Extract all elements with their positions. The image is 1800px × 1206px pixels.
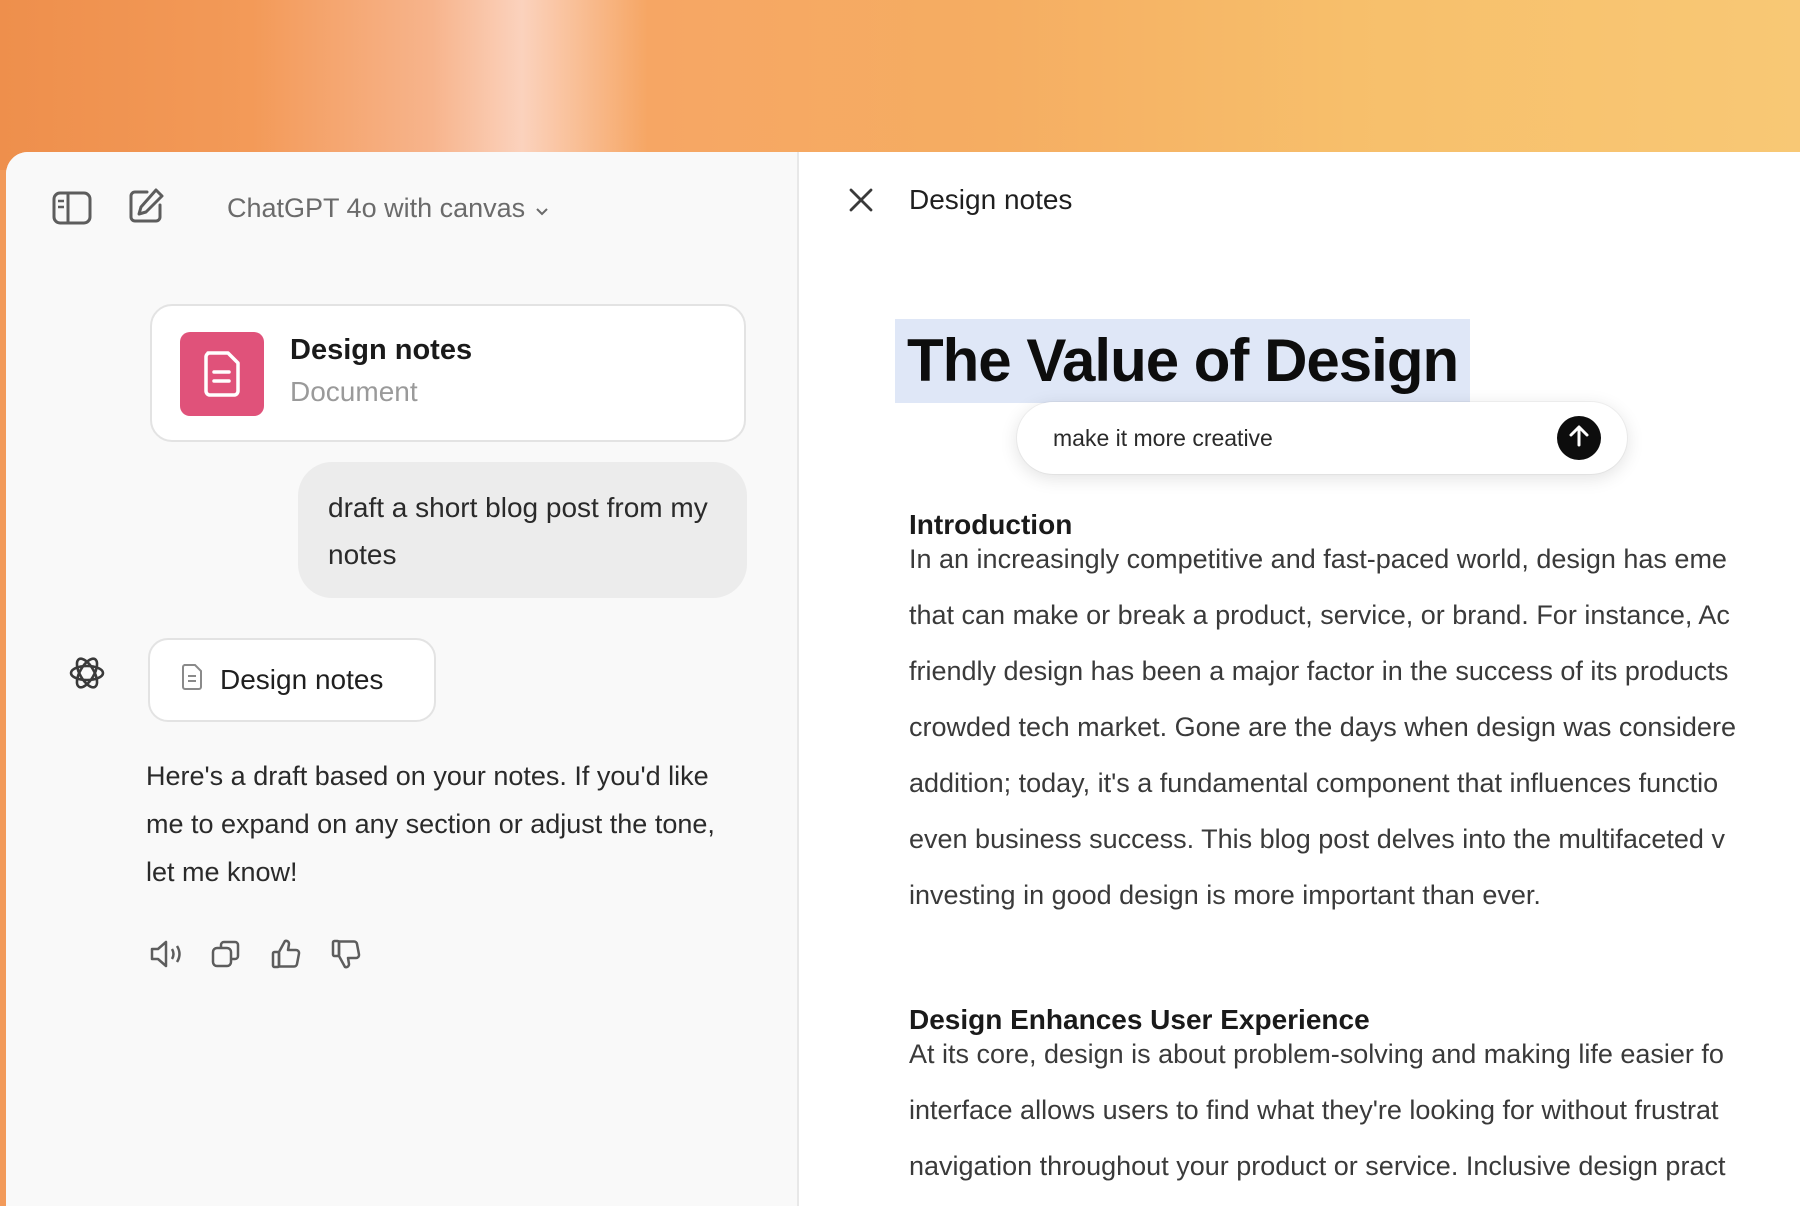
model-label: ChatGPT 4o with canvas bbox=[227, 192, 526, 223]
paragraph-line: interface allows users to find what they… bbox=[909, 1095, 1719, 1125]
model-selector[interactable]: ChatGPT 4o with canvas bbox=[227, 188, 549, 228]
paragraph-line: that can make or break a product, servic… bbox=[909, 600, 1730, 630]
message-actions bbox=[146, 934, 366, 974]
copy-icon[interactable] bbox=[206, 934, 246, 974]
assistant-message: Here's a draft based on your notes. If y… bbox=[146, 761, 715, 887]
paragraph-line: investing in good design is more importa… bbox=[909, 880, 1541, 910]
thumbs-up-icon[interactable] bbox=[266, 934, 306, 974]
edit-prompt-input[interactable]: make it more creative bbox=[1053, 402, 1273, 474]
user-experience-paragraph[interactable]: At its core, design is about problem-sol… bbox=[909, 1026, 1800, 1194]
paragraph-line: addition; today, it's a fundamental comp… bbox=[909, 768, 1719, 798]
chat-panel: ChatGPT 4o with canvas Design notes Docu… bbox=[6, 152, 799, 1206]
chevron-down-icon bbox=[535, 193, 549, 224]
user-message: draft a short blog post from my notes bbox=[298, 462, 747, 598]
paragraph-line: crowded tech market. Gone are the days w… bbox=[909, 712, 1736, 742]
document-chip[interactable]: Design notes bbox=[148, 638, 436, 722]
document-card-subtitle: Document bbox=[290, 376, 418, 407]
paragraph-line: In an increasingly competitive and fast-… bbox=[909, 544, 1727, 574]
speaker-icon[interactable] bbox=[146, 934, 186, 974]
thumbs-down-icon[interactable] bbox=[326, 934, 366, 974]
inline-edit-prompt: make it more creative bbox=[1017, 402, 1627, 474]
document-chip-label: Design notes bbox=[220, 664, 384, 695]
document-heading[interactable]: The Value of Design bbox=[895, 319, 1471, 403]
introduction-paragraph[interactable]: In an increasingly competitive and fast-… bbox=[909, 531, 1800, 923]
document-icon bbox=[180, 663, 204, 698]
paragraph-line: friendly design has been a major factor … bbox=[909, 656, 1729, 686]
close-icon[interactable] bbox=[839, 178, 883, 222]
canvas-title: Design notes bbox=[909, 184, 1073, 215]
send-button[interactable] bbox=[1557, 416, 1601, 460]
openai-logo-icon bbox=[62, 648, 112, 698]
paragraph-line: navigation throughout your product or se… bbox=[909, 1151, 1726, 1181]
background-gradient bbox=[0, 0, 1800, 170]
arrow-up-icon bbox=[1568, 424, 1590, 453]
paragraph-line: At its core, design is about problem-sol… bbox=[909, 1039, 1724, 1069]
document-card[interactable]: Design notes Document bbox=[150, 304, 746, 442]
paragraph-line: even business success. This blog post de… bbox=[909, 824, 1725, 854]
edit-icon[interactable] bbox=[124, 184, 168, 228]
document-card-title: Design notes bbox=[290, 334, 473, 366]
app-window: ChatGPT 4o with canvas Design notes Docu… bbox=[6, 152, 1800, 1206]
sidebar-toggle-icon[interactable] bbox=[50, 186, 94, 230]
canvas-panel: Design notes The Value of Design Introdu… bbox=[799, 152, 1800, 1206]
document-icon bbox=[180, 332, 264, 416]
